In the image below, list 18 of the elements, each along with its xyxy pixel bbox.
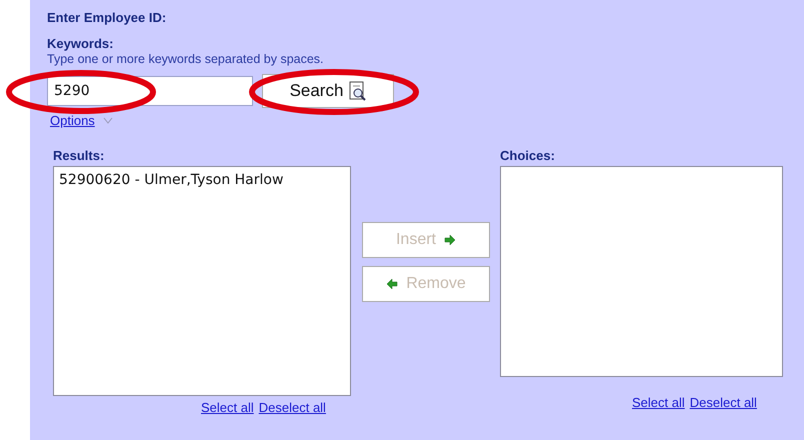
keywords-input[interactable]: 5290 (47, 76, 253, 106)
left-arrow-icon (386, 278, 398, 290)
select-all-link[interactable]: Select all (632, 395, 685, 410)
select-all-link[interactable]: Select all (201, 400, 254, 415)
section-title: Enter Employee ID: (47, 10, 166, 25)
deselect-all-link[interactable]: Deselect all (690, 395, 757, 410)
list-label: Choices: (500, 148, 555, 163)
keywords-label: Keywords: (47, 36, 114, 51)
deselect-all-link[interactable]: Deselect all (258, 400, 326, 415)
search-icon (348, 81, 366, 101)
caret-icon (102, 116, 113, 124)
list-box[interactable]: 52900620 - Ulmer,Tyson Harlow (53, 166, 351, 396)
keywords-hint: Type one or more keywords separated by spaces. (47, 52, 324, 66)
list-item[interactable]: 52900620 - Ulmer,Tyson Harlow (59, 171, 284, 189)
list-box[interactable] (500, 166, 783, 377)
right-arrow-icon (444, 234, 456, 246)
options-link[interactable]: Options (50, 113, 95, 128)
list-label: Results: (53, 148, 104, 163)
